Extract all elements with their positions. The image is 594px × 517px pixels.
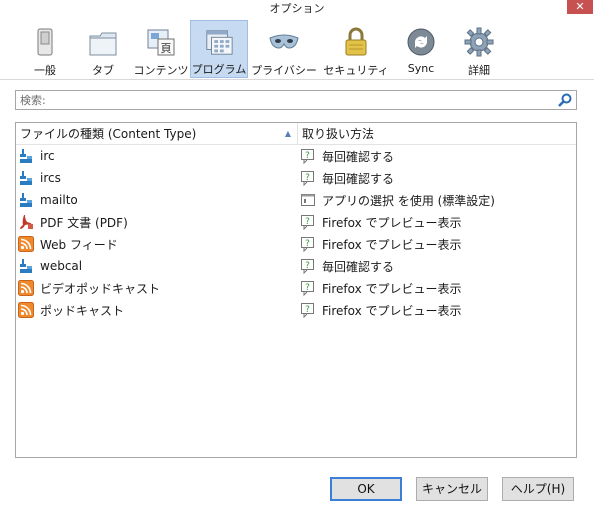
pdf-icon (20, 215, 33, 229)
content-type-label: ポッドキャスト (40, 303, 125, 318)
tab-security-label: セキュリティ (323, 64, 389, 77)
action-label: Firefox でプレビュー表示 (322, 281, 462, 296)
tab-privacy-label: プライバシー (251, 64, 317, 77)
ask-icon: ? (301, 259, 314, 274)
ask-icon: ? (301, 281, 314, 296)
table-header: ファイルの種類 (Content Type) ▲ 取り扱い方法 (16, 123, 576, 145)
table-row[interactable]: webcal ? 毎回確認する (16, 255, 576, 277)
svg-text:頁: 頁 (161, 42, 172, 55)
action-label: 毎回確認する (322, 171, 395, 186)
ok-button[interactable]: OK (330, 477, 402, 501)
content-type-table: ファイルの種類 (Content Type) ▲ 取り扱い方法 irc ? 毎回… (15, 122, 577, 458)
svg-text:?: ? (305, 305, 310, 315)
column-header-action[interactable]: 取り扱い方法 (298, 123, 576, 144)
content-type-label: webcal (40, 259, 83, 273)
svg-text:?: ? (305, 151, 310, 161)
ask-icon: ? (301, 171, 314, 186)
toolbar-divider (0, 79, 594, 80)
svg-text:?: ? (305, 173, 310, 183)
table-row[interactable]: ビデオポッドキャスト ? Firefox でプレビュー表示 (16, 277, 576, 299)
tab-content-label: コンテンツ (133, 64, 189, 77)
tab-applications[interactable]: プログラム (190, 20, 248, 78)
action-label: Firefox でプレビュー表示 (322, 237, 462, 252)
window-title: オプション (269, 2, 325, 15)
table-row[interactable]: ircs ? 毎回確認する (16, 167, 576, 189)
tab-privacy[interactable]: プライバシー (248, 20, 320, 78)
sort-ascending-icon: ▲ (284, 129, 291, 138)
window-titlebar: オプション ✕ (0, 0, 594, 18)
search-box[interactable] (15, 90, 577, 110)
table-row[interactable]: irc ? 毎回確認する (16, 145, 576, 167)
tab-sync[interactable]: Sync (392, 20, 450, 78)
ask-icon: ? (301, 237, 314, 252)
applications-icon (206, 30, 233, 55)
tab-advanced-label: 詳細 (468, 64, 490, 77)
tab-content[interactable]: 頁 コンテンツ (132, 20, 190, 78)
column-header-content-type[interactable]: ファイルの種類 (Content Type) ▲ (16, 123, 298, 144)
cancel-button[interactable]: キャンセル (416, 477, 488, 501)
options-toolbar: 一般 タブ 頁 コンテンツ プログラム プライバシー セキュリティ Sync 詳… (16, 20, 508, 78)
search-icon[interactable] (557, 92, 573, 108)
content-type-label: PDF 文書 (PDF) (40, 215, 128, 230)
general-icon (37, 28, 53, 56)
tab-applications-label: プログラム (191, 63, 247, 76)
lock-icon (345, 27, 367, 56)
privacy-mask-icon (269, 34, 299, 49)
table-row[interactable]: ポッドキャスト ? Firefox でプレビュー表示 (16, 299, 576, 321)
action-label: Firefox でプレビュー表示 (322, 215, 462, 230)
table-row[interactable]: PDF 文書 (PDF) ? Firefox でプレビュー表示 (16, 211, 576, 233)
tabs-icon (89, 32, 117, 56)
ask-icon: ? (301, 303, 314, 318)
tab-advanced[interactable]: 詳細 (450, 20, 508, 78)
close-button[interactable]: ✕ (567, 0, 593, 14)
svg-text:?: ? (305, 217, 310, 227)
tab-tabs[interactable]: タブ (74, 20, 132, 78)
svg-text:?: ? (305, 261, 310, 271)
content-type-label: mailto (40, 193, 78, 207)
tab-general[interactable]: 一般 (16, 20, 74, 78)
search-input[interactable] (16, 91, 536, 109)
plugin-icon (20, 259, 32, 273)
content-type-label: Web フィード (40, 237, 118, 252)
action-label: 毎回確認する (322, 259, 395, 274)
table-row[interactable]: mailto アプリの選択 を使用 (標準設定) (16, 189, 576, 211)
column-header-action-label: 取り扱い方法 (302, 127, 375, 141)
action-label: 毎回確認する (322, 149, 395, 164)
plugin-icon (20, 149, 32, 163)
feed-icon (18, 302, 34, 318)
tab-security[interactable]: セキュリティ (320, 20, 392, 78)
action-label: アプリの選択 を使用 (標準設定) (322, 193, 495, 208)
feed-icon (18, 280, 34, 296)
app-window-icon (301, 194, 315, 206)
ask-icon: ? (301, 215, 314, 230)
table-row[interactable]: Web フィード ? Firefox でプレビュー表示 (16, 233, 576, 255)
plugin-icon (20, 171, 32, 185)
action-label: Firefox でプレビュー表示 (322, 303, 462, 318)
help-button[interactable]: ヘルプ(H) (502, 477, 574, 501)
sync-icon (407, 28, 435, 56)
svg-text:?: ? (305, 283, 310, 293)
tab-tabs-label: タブ (92, 64, 114, 77)
content-icon: 頁 (147, 29, 175, 56)
feed-icon (18, 236, 34, 252)
ask-icon: ? (301, 149, 314, 164)
svg-text:?: ? (305, 239, 310, 249)
content-type-label: ircs (40, 171, 61, 185)
plugin-icon (20, 193, 32, 207)
column-header-content-type-label: ファイルの種類 (Content Type) (20, 127, 197, 141)
content-type-label: irc (40, 149, 55, 163)
content-type-label: ビデオポッドキャスト (40, 281, 161, 296)
tab-general-label: 一般 (34, 64, 56, 77)
gear-icon (464, 27, 494, 57)
tab-sync-label: Sync (407, 62, 435, 75)
